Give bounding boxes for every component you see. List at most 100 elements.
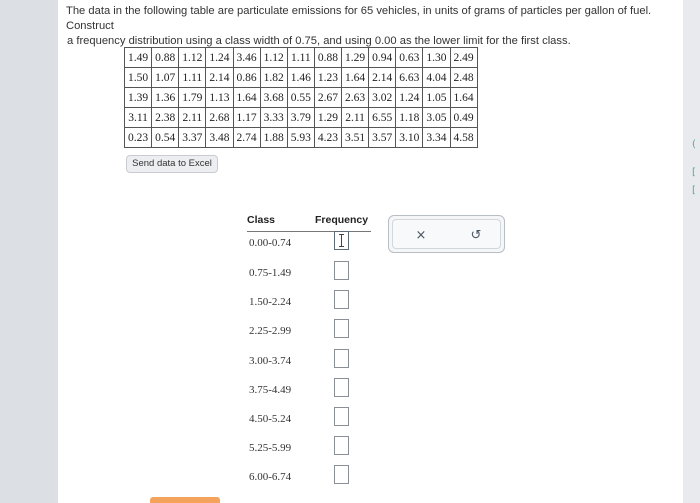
class-label: 6.00-6.74 (249, 471, 292, 483)
data-cell: 1.46 (286, 67, 315, 88)
undo-icon[interactable]: ↺ (467, 228, 485, 244)
data-row: 1.50 1.07 1.11 2.14 0.86 1.82 1.46 1.23 1.64 2.14… (123, 67, 478, 88)
frequency-row: 3.75-4.49 (247, 378, 377, 402)
data-cell: 4.04 (422, 67, 451, 88)
data-row: 1.49 0.88 1.12 1.24 3.46 1.12 1.11 0.88 1.29 0.94… (123, 47, 478, 68)
data-cell: 6.55 (368, 107, 397, 128)
class-label: 0.00-0.74 (249, 237, 292, 249)
data-cell: 3.68 (259, 87, 288, 108)
data-cell: 0.54 (151, 127, 180, 148)
class-label: 4.50-5.24 (249, 413, 292, 425)
data-cell: 1.18 (395, 107, 424, 128)
data-cell: 1.82 (259, 67, 288, 88)
frequency-input[interactable] (334, 261, 349, 280)
data-cell: 1.24 (205, 47, 234, 68)
data-cell: 1.05 (422, 87, 451, 108)
side-icon[interactable]: ( (692, 140, 700, 150)
data-row: 0.23 0.54 3.37 3.48 2.74 1.88 5.93 4.23 3.51 3.57… (123, 127, 478, 148)
tools-inner: × ↺ (392, 219, 501, 249)
data-cell: 1.23 (313, 67, 343, 88)
class-label: 2.25-2.99 (249, 325, 292, 337)
data-cell: 0.63 (395, 47, 424, 68)
frequency-input[interactable] (334, 231, 349, 250)
data-cell: 3.51 (340, 127, 370, 148)
data-cell: 1.88 (259, 127, 288, 148)
frequency-row: 2.25-2.99 (247, 319, 377, 343)
data-cell: 2.11 (340, 107, 370, 128)
class-column-header: Class (247, 214, 276, 226)
frequency-row: 6.00-6.74 (247, 465, 377, 489)
data-cell: 1.64 (232, 87, 261, 108)
bottom-tab[interactable] (150, 497, 220, 503)
data-cell: 3.05 (422, 107, 451, 128)
class-label: 0.75-1.49 (249, 267, 292, 279)
frequency-input[interactable] (334, 290, 349, 309)
class-label: 5.25-5.99 (249, 442, 292, 454)
data-cell: 1.24 (395, 87, 424, 108)
frequency-input[interactable] (334, 465, 349, 484)
data-cell: 1.64 (340, 67, 370, 88)
data-row: 1.39 1.36 1.79 1.13 1.64 3.68 0.55 2.67 2.63 3.02… (123, 87, 478, 108)
data-cell: 0.88 (313, 47, 343, 68)
frequency-input[interactable] (334, 349, 349, 368)
data-cell: 4.23 (313, 127, 343, 148)
answer-tools-panel: × ↺ (388, 215, 505, 253)
frequency-column-header: Frequency (315, 214, 369, 226)
frequency-input[interactable] (334, 436, 349, 455)
data-cell: 1.36 (151, 87, 180, 108)
data-cell: 1.79 (178, 87, 207, 108)
data-cell: 2.49 (449, 47, 478, 68)
data-cell: 2.68 (205, 107, 234, 128)
side-icon[interactable]: [ (692, 186, 700, 196)
data-cell: 1.17 (232, 107, 261, 128)
data-cell: 0.23 (123, 127, 153, 148)
question-prompt: The data in the following table are part… (66, 4, 686, 49)
class-label: 1.50-2.24 (249, 296, 292, 308)
frequency-row: 0.00-0.74 (247, 231, 377, 255)
frequency-row: 5.25-5.99 (247, 436, 377, 460)
data-cell: 2.74 (232, 127, 261, 148)
data-cell: 1.12 (178, 47, 207, 68)
data-cell: 2.11 (178, 107, 207, 128)
prompt-line: The data in the following table are part… (66, 5, 652, 32)
data-cell: 0.88 (151, 47, 180, 68)
frequency-row: 3.00-3.74 (247, 349, 377, 373)
data-cell: 0.94 (368, 47, 397, 68)
data-row: 3.11 2.38 2.11 2.68 1.17 3.33 3.79 1.29 2.11 6.55… (123, 107, 478, 128)
data-cell: 2.48 (449, 67, 478, 88)
data-cell: 1.07 (151, 67, 180, 88)
data-cell: 1.29 (313, 107, 343, 128)
data-cell: 1.11 (286, 47, 315, 68)
data-cell: 2.14 (205, 67, 234, 88)
send-to-excel-button[interactable]: Send data to Excel (126, 155, 218, 173)
data-cell: 3.11 (123, 107, 153, 128)
data-cell: 3.02 (368, 87, 397, 108)
data-cell: 1.64 (449, 87, 478, 108)
data-cell: 1.13 (205, 87, 234, 108)
data-cell: 1.39 (123, 87, 153, 108)
class-label: 3.75-4.49 (249, 384, 292, 396)
frequency-input[interactable] (334, 378, 349, 397)
data-cell: 3.34 (422, 127, 451, 148)
data-cell: 1.11 (178, 67, 207, 88)
frequency-row: 1.50-2.24 (247, 290, 377, 314)
side-icon[interactable]: [ (692, 168, 700, 178)
class-label: 3.00-3.74 (249, 355, 292, 367)
data-cell: 3.48 (205, 127, 234, 148)
data-cell: 4.58 (449, 127, 478, 148)
x-icon[interactable]: × (412, 228, 430, 244)
frequency-input[interactable] (334, 319, 349, 338)
data-cell: 1.49 (123, 47, 153, 68)
data-cell: 5.93 (286, 127, 315, 148)
text-cursor (339, 234, 344, 247)
data-cell: 1.29 (340, 47, 370, 68)
emissions-data-table: 1.49 0.88 1.12 1.24 3.46 1.12 1.11 0.88 1.29 0.94… (123, 47, 478, 148)
data-cell: 3.37 (178, 127, 207, 148)
side-panel-edge (683, 0, 700, 503)
data-cell: 2.63 (340, 87, 370, 108)
frequency-row: 4.50-5.24 (247, 407, 377, 431)
data-cell: 2.14 (368, 67, 397, 88)
data-cell: 0.55 (286, 87, 315, 108)
data-cell: 2.38 (151, 107, 180, 128)
frequency-input[interactable] (334, 407, 349, 426)
